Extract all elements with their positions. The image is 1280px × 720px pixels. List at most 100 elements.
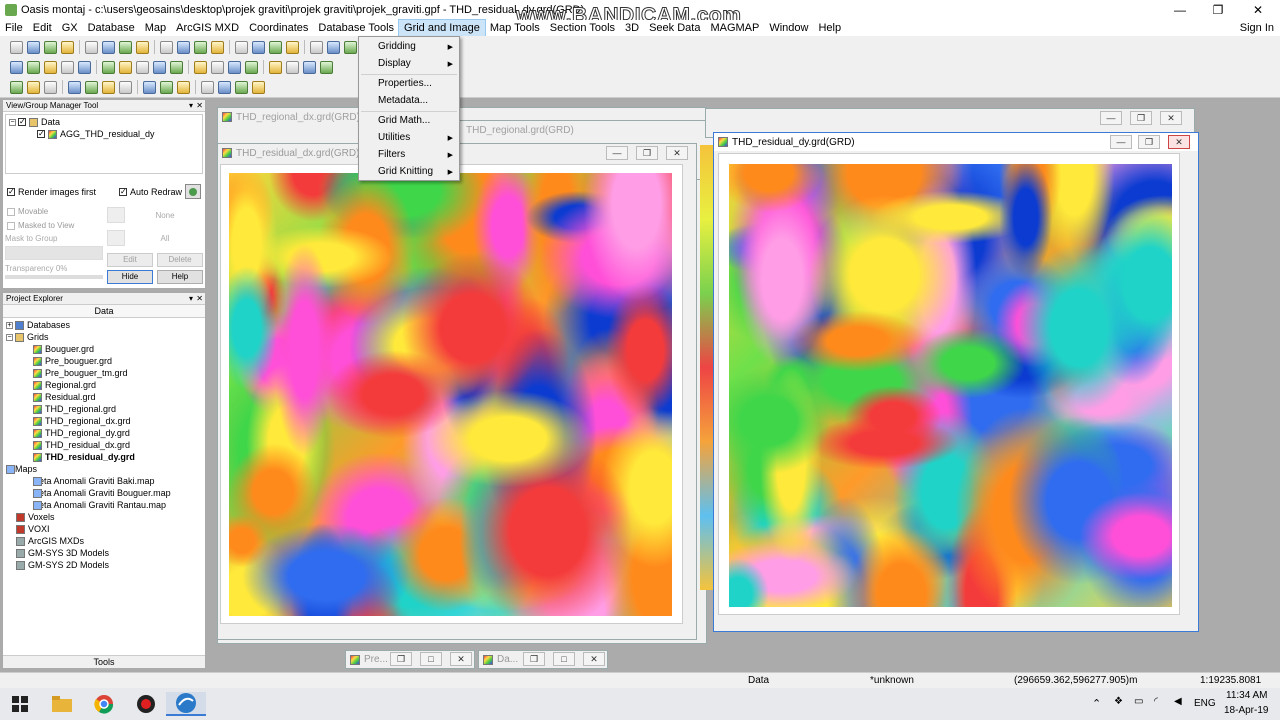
restore-window-button[interactable]: ❐ xyxy=(390,652,412,666)
clock-date[interactable]: 18-Apr-19 xyxy=(1224,705,1268,716)
maximize-window-button[interactable]: □ xyxy=(420,652,442,666)
tree-item-grid[interactable]: Bouguer.grd xyxy=(33,343,94,355)
tree-item-grid[interactable]: THD_residual_dx.grd xyxy=(33,439,130,451)
tree-item-grid[interactable]: Regional.grd xyxy=(33,379,96,391)
restore-window-button[interactable]: ❐ xyxy=(523,652,545,666)
menu-map-tools[interactable]: Map Tools xyxy=(485,20,545,36)
toolbar-tool-icon[interactable] xyxy=(44,40,57,54)
maximize-window-button[interactable]: ❐ xyxy=(1130,111,1152,125)
tools-tab[interactable]: Tools xyxy=(3,655,205,668)
close-window-button[interactable]: ✕ xyxy=(666,146,688,160)
render-images-checkbox[interactable]: ✓ xyxy=(7,188,15,196)
tray-up-arrow-icon[interactable]: ⌃ xyxy=(1092,697,1101,710)
data-checkbox[interactable]: ✓ xyxy=(18,118,26,126)
transparency-slider[interactable] xyxy=(5,275,103,279)
menu-item-utilities[interactable]: Utilities xyxy=(378,132,410,143)
tree-item-grid[interactable]: Residual.grd xyxy=(33,391,96,403)
bandicam-button[interactable] xyxy=(126,692,166,716)
collapse-icon[interactable]: − xyxy=(9,118,16,126)
toolbar-tool-icon[interactable] xyxy=(10,40,23,54)
tree-item-map[interactable]: Peta Anomali Graviti Rantau.map xyxy=(33,499,166,511)
toolbar-tool-icon[interactable] xyxy=(102,80,115,94)
color-button[interactable] xyxy=(107,207,125,223)
pin-icon[interactable]: ▾ xyxy=(189,100,193,112)
toolbar-tool-icon[interactable] xyxy=(143,80,156,94)
vertical-scrollbar[interactable] xyxy=(683,164,695,624)
toolbar-tool-icon[interactable] xyxy=(218,80,231,94)
toolbar-tool-icon[interactable] xyxy=(310,40,323,54)
vertical-scrollbar[interactable] xyxy=(1184,153,1196,615)
start-button[interactable] xyxy=(0,692,40,716)
close-window-button[interactable]: ✕ xyxy=(1160,111,1182,125)
toolbar-tool-icon[interactable] xyxy=(269,40,282,54)
horizontal-scrollbar[interactable] xyxy=(220,625,683,637)
volume-icon[interactable]: ◀ xyxy=(1174,696,1182,707)
menu-item-filters[interactable]: Filters xyxy=(378,149,405,160)
tree-item-gm-sys-3d-models[interactable]: GM-SYS 3D Models xyxy=(16,547,109,559)
toolbar-tool-icon[interactable] xyxy=(119,60,132,74)
toolbar-tool-icon[interactable] xyxy=(68,80,81,94)
edit-button[interactable]: Edit xyxy=(107,253,153,267)
sign-in-link[interactable]: Sign In xyxy=(1240,20,1274,36)
maximize-window-button[interactable]: ❐ xyxy=(1138,135,1160,149)
language-indicator[interactable]: ENG xyxy=(1194,698,1216,709)
menu-item-grid-math[interactable]: Grid Math... xyxy=(378,115,430,126)
masked-checkbox[interactable] xyxy=(7,221,15,230)
tree-item-agg[interactable]: ✓ AGG_THD_residual_dy xyxy=(37,128,155,140)
toolbar-tool-icon[interactable] xyxy=(201,80,214,94)
toolbar-tool-icon[interactable] xyxy=(85,80,98,94)
menu-database-tools[interactable]: Database Tools xyxy=(313,20,399,36)
auto-redraw-option[interactable]: ✓ Auto Redraw xyxy=(119,187,182,197)
wifi-icon[interactable]: ◜ xyxy=(1154,696,1158,707)
menu-arcgis-mxd[interactable]: ArcGIS MXD xyxy=(171,20,244,36)
menu-map[interactable]: Map xyxy=(140,20,171,36)
toolbar-tool-icon[interactable] xyxy=(10,60,23,74)
close-window-button[interactable]: ✕ xyxy=(583,652,605,666)
toolbar-tool-icon[interactable] xyxy=(177,40,190,54)
minimized-window-data[interactable]: Da... ❐ □ ✕ xyxy=(478,650,608,669)
oasis-montaj-button[interactable] xyxy=(166,692,206,716)
menu-database[interactable]: Database xyxy=(83,20,140,36)
menu-edit[interactable]: Edit xyxy=(28,20,57,36)
toolbar-tool-icon[interactable] xyxy=(269,60,282,74)
close-panel-icon[interactable]: ✕ xyxy=(196,293,203,305)
menu-3d[interactable]: 3D xyxy=(620,20,644,36)
menu-item-metadata[interactable]: Metadata... xyxy=(378,95,428,106)
minimize-window-button[interactable]: — xyxy=(606,146,628,160)
tree-item-data[interactable]: − ✓ Data xyxy=(9,116,60,128)
menu-help[interactable]: Help xyxy=(813,20,846,36)
tree-item-grid[interactable]: THD_residual_dy.grd xyxy=(33,451,135,463)
minimized-window-pre[interactable]: Pre... ❐ □ ✕ xyxy=(345,650,475,669)
menu-seek-data[interactable]: Seek Data xyxy=(644,20,705,36)
tree-item-grid[interactable]: THD_regional_dx.grd xyxy=(33,415,131,427)
dropbox-icon[interactable]: ❖ xyxy=(1114,696,1123,707)
toolbar-tool-icon[interactable] xyxy=(160,40,173,54)
network-icon[interactable]: ▭ xyxy=(1134,696,1143,707)
minimize-window-button[interactable]: — xyxy=(1110,135,1132,149)
chrome-button[interactable] xyxy=(84,692,124,716)
menu-magmap[interactable]: MAGMAP xyxy=(705,20,764,36)
tree-item-voxels[interactable]: Voxels xyxy=(16,511,55,523)
tree-item-grid[interactable]: Pre_bouguer.grd xyxy=(33,355,112,367)
menu-coordinates[interactable]: Coordinates xyxy=(244,20,313,36)
toolbar-tool-icon[interactable] xyxy=(211,60,224,74)
tree-item-maps[interactable]: −Maps xyxy=(6,463,37,475)
eye-button[interactable] xyxy=(107,230,125,246)
tree-item-grid[interactable]: Pre_bouguer_tm.grd xyxy=(33,367,128,379)
tree-item-arcgis-mxds[interactable]: ArcGIS MXDs xyxy=(16,535,84,547)
maximize-window-button[interactable]: □ xyxy=(553,652,575,666)
menu-gx[interactable]: GX xyxy=(57,20,83,36)
auto-redraw-checkbox[interactable]: ✓ xyxy=(119,188,127,196)
maximize-button[interactable]: ❐ xyxy=(1198,0,1238,20)
menu-section-tools[interactable]: Section Tools xyxy=(545,20,620,36)
tree-item-map[interactable]: Peta Anomali Graviti Baki.map xyxy=(33,475,155,487)
window-thd-residual-dx[interactable]: THD_residual_dx.grd(GRD) — ❐ ✕ xyxy=(217,143,697,640)
close-window-button[interactable]: ✕ xyxy=(450,652,472,666)
toolbar-tool-icon[interactable] xyxy=(10,80,23,94)
menu-window[interactable]: Window xyxy=(764,20,813,36)
delete-button[interactable]: Delete xyxy=(157,253,203,267)
toolbar-tool-icon[interactable] xyxy=(177,80,190,94)
toolbar-tool-icon[interactable] xyxy=(27,60,40,74)
minimize-button[interactable]: — xyxy=(1160,0,1200,20)
toolbar-tool-icon[interactable] xyxy=(235,80,248,94)
